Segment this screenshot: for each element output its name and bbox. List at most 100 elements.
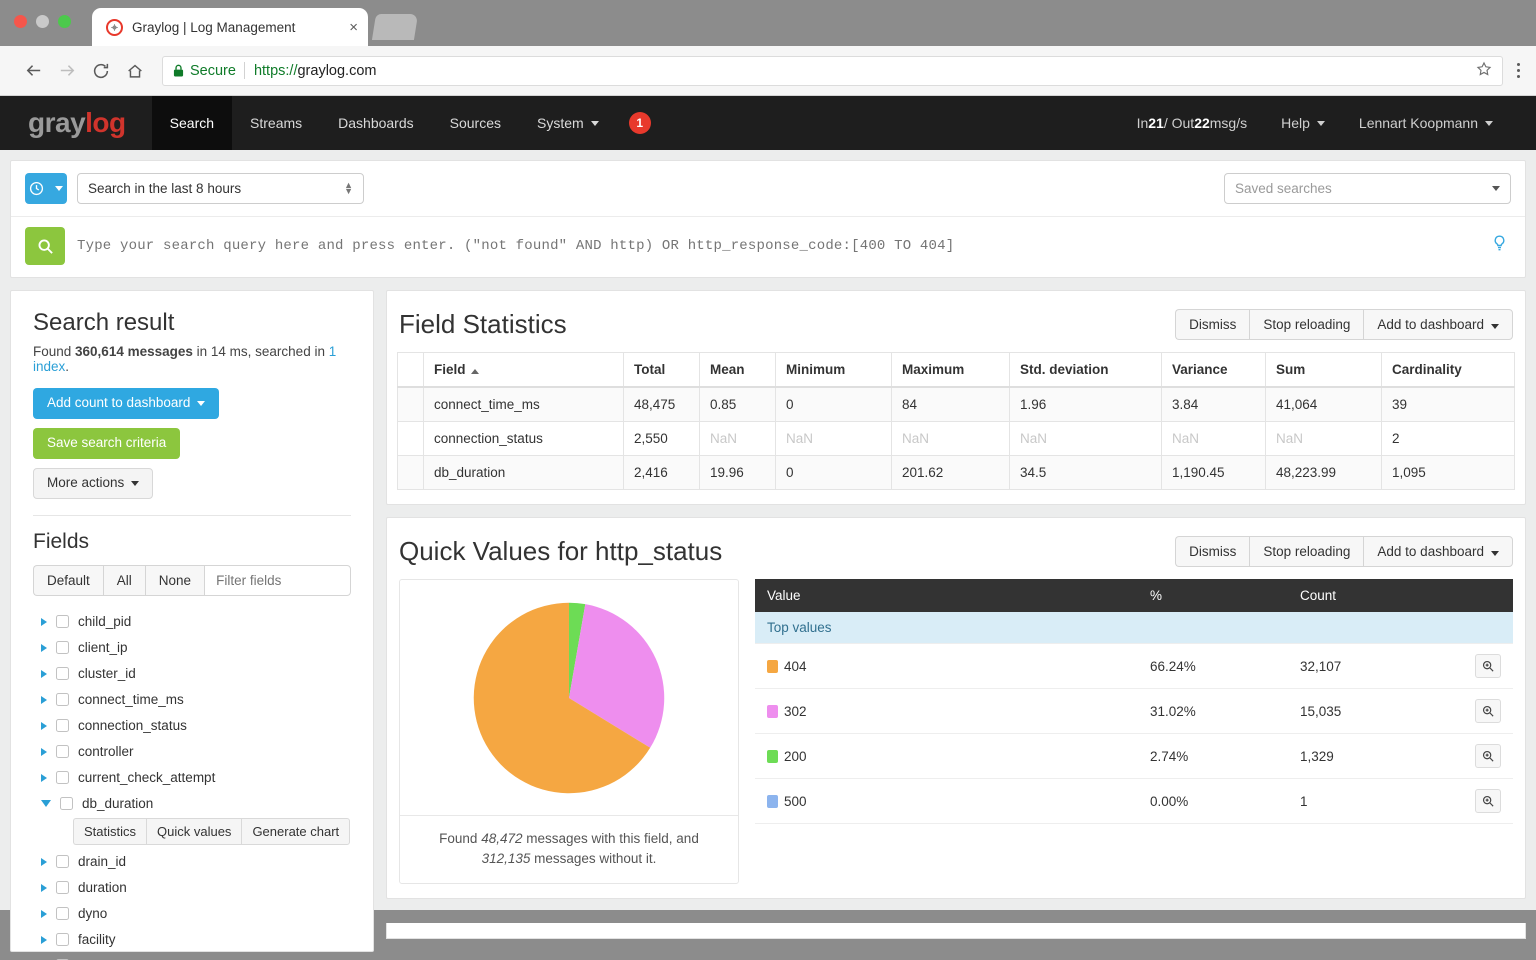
field-checkbox[interactable] <box>60 797 73 810</box>
magnifier-icon-button[interactable] <box>1475 699 1501 723</box>
add-count-to-dashboard-button[interactable]: Add count to dashboard <box>33 388 219 419</box>
expand-triangle-icon[interactable] <box>41 618 47 626</box>
expand-triangle-icon[interactable] <box>41 670 47 678</box>
timerange-select[interactable]: Search in the last 8 hours ▲▼ <box>77 173 364 204</box>
field-row-file[interactable]: file <box>33 953 351 960</box>
th-total[interactable]: Total <box>624 353 700 388</box>
field-generate-chart-button[interactable]: Generate chart <box>241 818 350 845</box>
close-window-button[interactable] <box>14 15 27 28</box>
field-statistics-button[interactable]: Statistics <box>73 818 146 845</box>
http-status-pie-chart[interactable] <box>469 598 669 798</box>
add-to-dashboard-button[interactable]: Add to dashboard <box>1363 536 1513 567</box>
th-cardinality[interactable]: Cardinality <box>1382 353 1515 388</box>
search-query-input[interactable] <box>77 238 1480 254</box>
expand-triangle-icon[interactable] <box>41 858 47 866</box>
timerange-type-button[interactable] <box>25 173 67 204</box>
th-spacer <box>398 353 424 388</box>
field-row-client-ip[interactable]: client_ip <box>33 635 351 661</box>
field-row-facility[interactable]: facility <box>33 927 351 953</box>
field-checkbox[interactable] <box>56 615 69 628</box>
save-search-criteria-button[interactable]: Save search criteria <box>33 428 180 459</box>
magnifier-icon-button[interactable] <box>1475 789 1501 813</box>
nav-item-sources[interactable]: Sources <box>432 96 519 150</box>
nav-item-search[interactable]: Search <box>152 96 232 150</box>
nav-item-dashboards[interactable]: Dashboards <box>320 96 432 150</box>
magnifier-icon-button[interactable] <box>1475 654 1501 678</box>
value-label-404: 404 <box>784 659 807 674</box>
reload-button[interactable] <box>84 54 118 88</box>
field-row-connection-status[interactable]: connection_status <box>33 713 351 739</box>
field-checkbox[interactable] <box>56 881 69 894</box>
expand-triangle-icon[interactable] <box>41 748 47 756</box>
collapse-triangle-icon[interactable] <box>41 800 51 807</box>
back-button[interactable] <box>16 54 50 88</box>
browser-menu-button[interactable] <box>1517 63 1520 78</box>
lightbulb-icon[interactable] <box>1492 235 1511 257</box>
field-row-controller[interactable]: controller <box>33 739 351 765</box>
saved-searches-select[interactable]: Saved searches <box>1224 173 1511 204</box>
field-checkbox[interactable] <box>56 641 69 654</box>
field-checkbox[interactable] <box>56 745 69 758</box>
chevron-down-icon <box>55 186 63 191</box>
chevron-down-icon <box>591 121 599 126</box>
expand-triangle-icon[interactable] <box>41 722 47 730</box>
nav-item-streams[interactable]: Streams <box>232 96 320 150</box>
field-row-connect-time-ms[interactable]: connect_time_ms <box>33 687 351 713</box>
field-row-child-pid[interactable]: child_pid <box>33 609 351 635</box>
expand-triangle-icon[interactable] <box>41 884 47 892</box>
browser-tab[interactable]: Graylog | Log Management × <box>92 8 368 46</box>
close-tab-button[interactable]: × <box>349 20 358 35</box>
dismiss-button[interactable]: Dismiss <box>1175 309 1249 340</box>
th-field[interactable]: Field <box>424 353 624 388</box>
graylog-logo[interactable]: graylog <box>0 96 152 150</box>
home-button[interactable] <box>118 54 152 88</box>
expand-triangle-icon[interactable] <box>41 644 47 652</box>
th-mean[interactable]: Mean <box>700 353 776 388</box>
th-sum[interactable]: Sum <box>1266 353 1382 388</box>
stop-reloading-button[interactable]: Stop reloading <box>1249 536 1363 567</box>
run-search-button[interactable] <box>25 227 65 265</box>
field-checkbox[interactable] <box>56 771 69 784</box>
filter-fields-input[interactable] <box>204 565 351 596</box>
dismiss-button[interactable]: Dismiss <box>1175 536 1249 567</box>
nav-item-system[interactable]: System <box>519 96 617 150</box>
field-row-dyno[interactable]: dyno <box>33 901 351 927</box>
field-row-cluster-id[interactable]: cluster_id <box>33 661 351 687</box>
bookmark-star-icon[interactable] <box>1476 61 1492 81</box>
field-checkbox[interactable] <box>56 855 69 868</box>
expand-triangle-icon[interactable] <box>41 910 47 918</box>
fields-none-button[interactable]: None <box>145 565 204 596</box>
field-checkbox[interactable] <box>56 693 69 706</box>
field-quick-values-button[interactable]: Quick values <box>146 818 241 845</box>
field-checkbox[interactable] <box>56 667 69 680</box>
stop-reloading-button[interactable]: Stop reloading <box>1249 309 1363 340</box>
field-row-duration[interactable]: duration <box>33 875 351 901</box>
more-actions-button[interactable]: More actions <box>33 468 153 499</box>
field-checkbox[interactable] <box>56 719 69 732</box>
minimize-window-button[interactable] <box>36 15 49 28</box>
th-variance[interactable]: Variance <box>1162 353 1266 388</box>
url-bar[interactable]: Secure https://graylog.com <box>162 56 1503 86</box>
field-checkbox[interactable] <box>56 933 69 946</box>
expand-triangle-icon[interactable] <box>41 936 47 944</box>
forward-button[interactable] <box>50 54 84 88</box>
expand-triangle-icon[interactable] <box>41 774 47 782</box>
maximize-window-button[interactable] <box>58 15 71 28</box>
field-label: current_check_attempt <box>78 770 215 785</box>
field-row-drain-id[interactable]: drain_id <box>33 849 351 875</box>
magnifier-icon-button[interactable] <box>1475 744 1501 768</box>
field-row-db-duration[interactable]: db_duration <box>33 791 351 817</box>
th-maximum[interactable]: Maximum <box>892 353 1010 388</box>
field-row-current-check-attempt[interactable]: current_check_attempt <box>33 765 351 791</box>
expand-triangle-icon[interactable] <box>41 696 47 704</box>
th-minimum[interactable]: Minimum <box>776 353 892 388</box>
fields-default-button[interactable]: Default <box>33 565 103 596</box>
fields-all-button[interactable]: All <box>103 565 145 596</box>
th-std-deviation[interactable]: Std. deviation <box>1010 353 1162 388</box>
help-menu[interactable]: Help <box>1264 115 1342 131</box>
add-to-dashboard-button[interactable]: Add to dashboard <box>1363 309 1513 340</box>
notification-badge[interactable]: 1 <box>629 112 651 134</box>
user-menu[interactable]: Lennart Koopmann <box>1342 115 1510 131</box>
new-tab-button[interactable] <box>372 14 418 40</box>
field-checkbox[interactable] <box>56 907 69 920</box>
